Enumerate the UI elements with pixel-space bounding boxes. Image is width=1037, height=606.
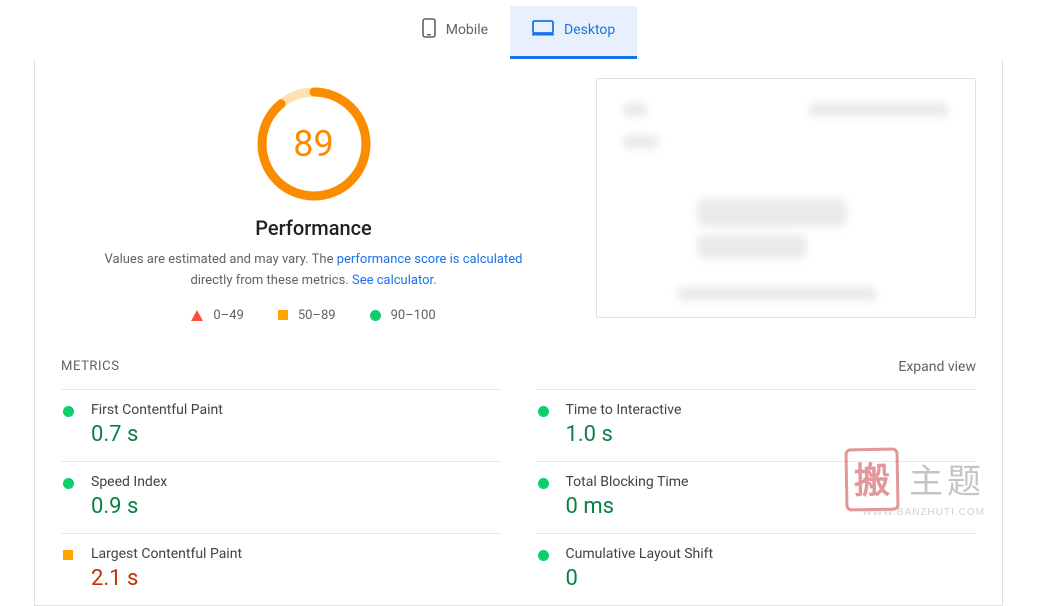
page-preview (596, 78, 976, 318)
legend-avg: 50–89 (278, 308, 336, 323)
score-value: 89 (254, 84, 374, 204)
circle-icon (370, 310, 381, 321)
metric-row: Time to Interactive 1.0 s (536, 389, 977, 461)
circle-icon (538, 402, 552, 447)
metric-row: Largest Contentful Paint 2.1 s (61, 533, 502, 605)
score-legend: 0–49 50–89 90–100 (191, 308, 435, 323)
link-score-calc[interactable]: performance score is calculated (337, 252, 523, 267)
expand-view-toggle[interactable]: Expand view (898, 359, 976, 375)
metric-name: Speed Index (91, 474, 500, 490)
link-see-calculator[interactable]: See calculator (352, 273, 433, 288)
circle-icon (63, 402, 77, 447)
performance-description: Values are estimated and may vary. The p… (104, 250, 524, 292)
metric-row: Cumulative Layout Shift 0 (536, 533, 977, 605)
desktop-icon (532, 20, 554, 40)
tab-desktop-label: Desktop (564, 22, 615, 38)
legend-good: 90–100 (370, 308, 436, 323)
metric-value: 0 ms (566, 494, 975, 519)
circle-icon (538, 546, 552, 591)
triangle-icon (191, 310, 203, 321)
metric-name: Largest Contentful Paint (91, 546, 500, 562)
metric-value: 0.9 s (91, 494, 500, 519)
mobile-icon (422, 18, 436, 42)
metrics-heading: METRICS (61, 359, 120, 374)
metric-value: 0 (566, 566, 975, 591)
metric-value: 1.0 s (566, 422, 975, 447)
metric-row: Total Blocking Time 0 ms (536, 461, 977, 533)
performance-title: Performance (255, 216, 372, 240)
metric-row: Speed Index 0.9 s (61, 461, 502, 533)
circle-icon (538, 474, 552, 519)
metric-row: First Contentful Paint 0.7 s (61, 389, 502, 461)
metric-name: Time to Interactive (566, 402, 975, 418)
device-tabs: Mobile Desktop (0, 0, 1037, 60)
report-card: 89 Performance Values are estimated and … (34, 60, 1003, 606)
score-gauge: 89 (254, 84, 374, 204)
metric-value: 0.7 s (91, 422, 500, 447)
metric-name: First Contentful Paint (91, 402, 500, 418)
circle-icon (63, 474, 77, 519)
tab-mobile-label: Mobile (446, 22, 488, 38)
metric-value: 2.1 s (91, 566, 500, 591)
square-icon (63, 546, 77, 591)
metrics-grid: First Contentful Paint 0.7 s Time to Inter… (35, 389, 1002, 605)
tab-mobile[interactable]: Mobile (400, 6, 510, 59)
legend-bad: 0–49 (191, 308, 243, 323)
metric-name: Total Blocking Time (566, 474, 975, 490)
metric-name: Cumulative Layout Shift (566, 546, 975, 562)
tab-desktop[interactable]: Desktop (510, 6, 637, 59)
square-icon (278, 310, 288, 320)
